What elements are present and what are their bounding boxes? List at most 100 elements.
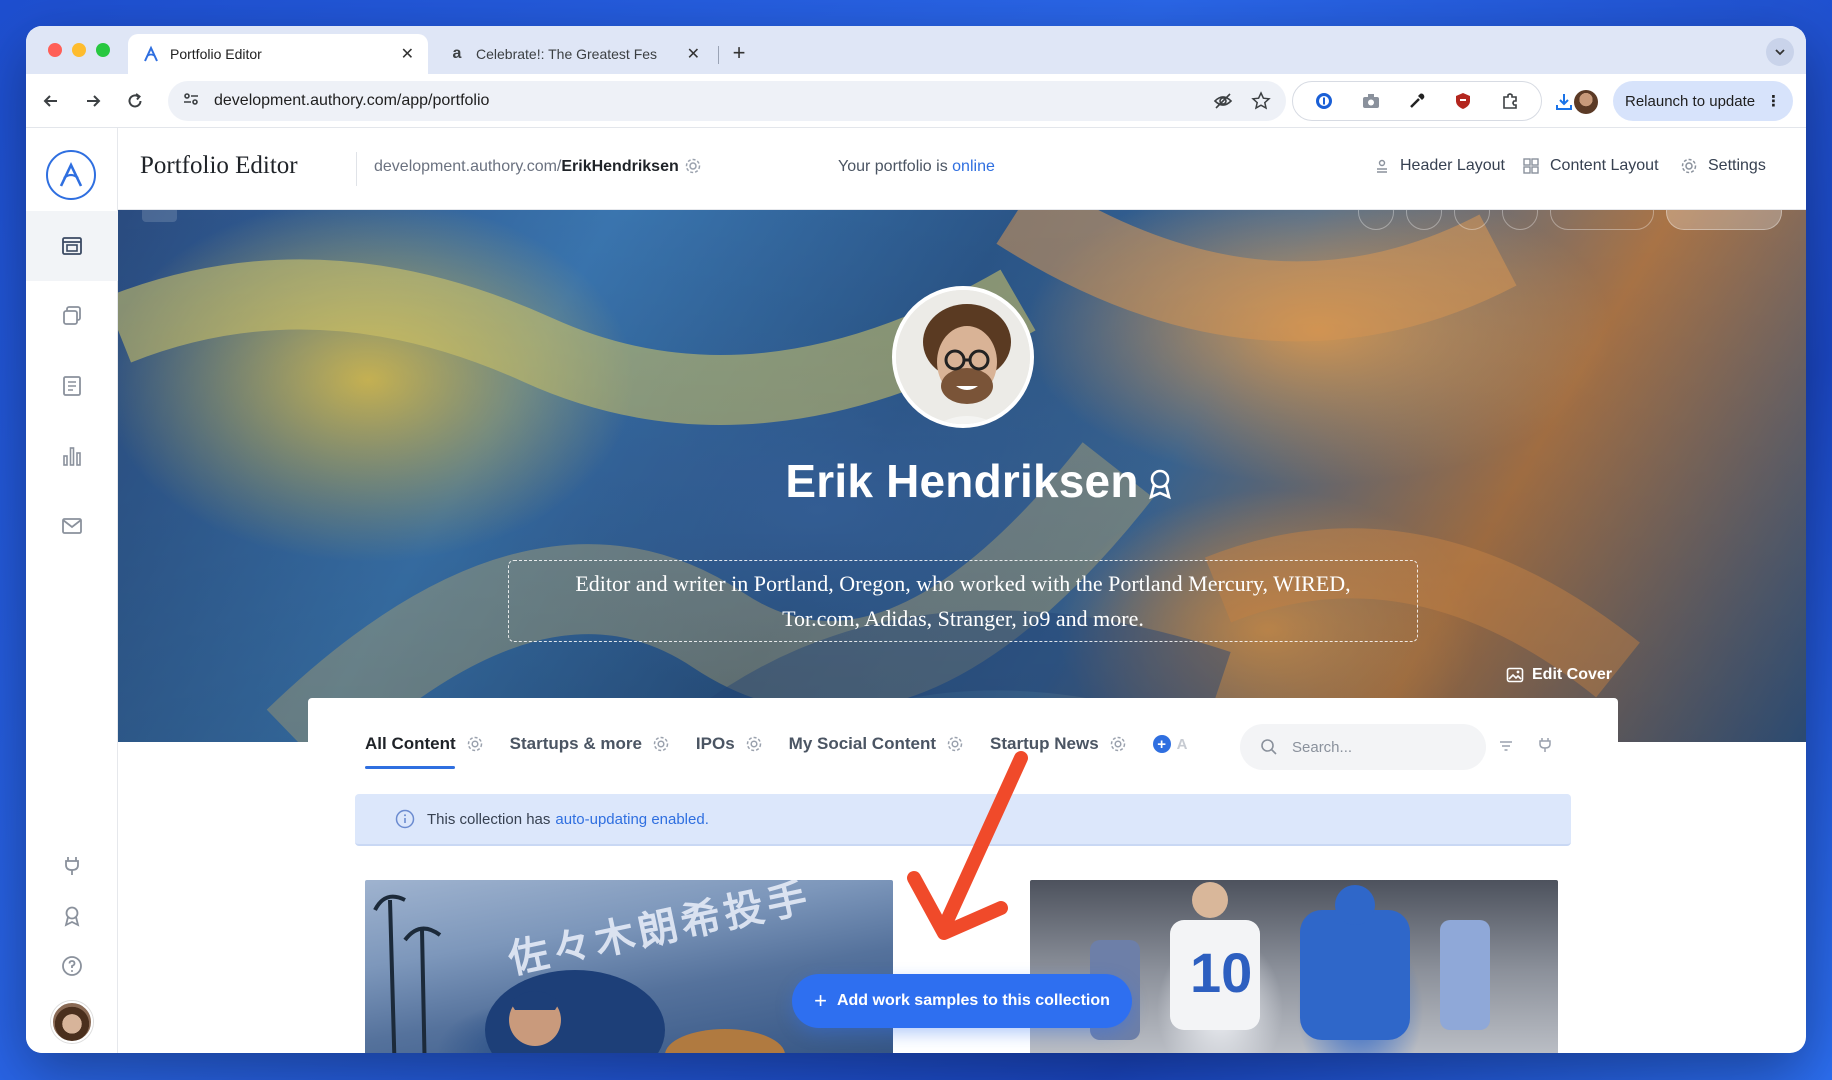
browser-window: Portfolio Editor ✕ a Celebrate!: The Gre…	[26, 26, 1806, 1053]
portfolio-status: Your portfolio is online	[838, 158, 995, 176]
puzzle-extensions-icon[interactable]	[1499, 90, 1521, 112]
authory-app: Portfolio Editor development.authory.com…	[26, 128, 1806, 1053]
content-layout-button[interactable]: Content Layout	[1522, 157, 1659, 175]
ghost-nav-item	[142, 210, 178, 222]
plug-icon[interactable]	[1536, 736, 1554, 759]
tab-startups-more[interactable]: Startups & more	[510, 734, 670, 754]
app-sidebar	[26, 128, 118, 1053]
maximize-window-button[interactable]	[96, 43, 110, 57]
url-settings-gear-icon[interactable]	[684, 157, 702, 180]
camera-icon[interactable]	[1360, 90, 1382, 112]
tab-search-chevron-icon[interactable]	[1766, 38, 1794, 66]
bio-line: Tor.com, Adidas, Stranger, io9 and more.	[782, 606, 1144, 631]
browser-tab-portfolio-editor[interactable]: Portfolio Editor ✕	[128, 34, 428, 74]
more-menu-icon[interactable]: ⋮	[1766, 92, 1781, 110]
browser-profile-avatar[interactable]	[1574, 90, 1598, 114]
copy-icon	[63, 306, 81, 325]
search-input[interactable]: Search...	[1240, 724, 1486, 770]
extensions-group	[1292, 81, 1542, 121]
tab-ipos[interactable]: IPOs	[696, 734, 763, 754]
portfolio-url-prefix: development.authory.com/	[374, 158, 562, 175]
status-online-link[interactable]: online	[952, 158, 995, 175]
add-work-samples-button[interactable]: + Add work samples to this collection	[792, 974, 1132, 1028]
sidebar-item-badges[interactable]	[26, 891, 118, 941]
bookmark-star-icon[interactable]	[1250, 90, 1272, 112]
eyedropper-icon[interactable]	[1406, 90, 1428, 112]
forward-button[interactable]	[76, 84, 110, 118]
new-tab-button[interactable]: +	[726, 40, 752, 66]
sidebar-item-articles[interactable]	[26, 351, 118, 421]
relaunch-label: Relaunch to update	[1625, 92, 1756, 110]
add-collection-tab[interactable]: + A	[1152, 735, 1188, 753]
portfolio-url[interactable]: development.authory.com/ErikHendriksen	[374, 158, 679, 176]
sidebar-item-portfolio[interactable]	[26, 211, 118, 281]
filter-icon[interactable]	[1498, 738, 1514, 759]
browser-tab-celebrate[interactable]: a Celebrate!: The Greatest Fes ✕	[434, 34, 714, 74]
profile-avatar[interactable]	[892, 286, 1034, 428]
active-tab-indicator	[365, 766, 455, 769]
tab-divider	[718, 46, 719, 64]
reload-button[interactable]	[118, 84, 152, 118]
cover-nav-faded	[142, 210, 209, 222]
edit-cover-button[interactable]: Edit Cover	[1506, 666, 1612, 684]
sidebar-item-collections[interactable]	[26, 281, 118, 351]
auto-updating-link[interactable]: auto-updating enabled.	[555, 811, 708, 828]
authory-logo-icon[interactable]	[46, 150, 96, 200]
bio-editable[interactable]: Editor and writer in Portland, Oregon, w…	[508, 560, 1418, 642]
status-prefix: Your portfolio is	[838, 158, 948, 175]
tab-strip: Portfolio Editor ✕ a Celebrate!: The Gre…	[26, 26, 1806, 74]
header-layout-icon	[1374, 158, 1390, 174]
award-icon	[64, 906, 80, 927]
content-layout-label: Content Layout	[1550, 157, 1659, 174]
settings-label: Settings	[1708, 157, 1766, 174]
address-bar[interactable]: development.authory.com/app/portfolio	[168, 81, 1286, 121]
back-button[interactable]	[34, 84, 68, 118]
bio-line: Editor and writer in Portland, Oregon, w…	[575, 571, 1351, 596]
download-icon[interactable]	[1554, 92, 1574, 117]
settings-button[interactable]: Settings	[1680, 157, 1766, 175]
tab-title: Portfolio Editor	[170, 46, 262, 62]
relaunch-to-update-button[interactable]: Relaunch to update ⋮	[1613, 81, 1793, 121]
sidebar-item-help[interactable]	[26, 941, 118, 991]
close-window-button[interactable]	[48, 43, 62, 57]
page-title: Portfolio Editor	[140, 152, 298, 179]
ghost-nav-item	[205, 210, 209, 222]
ghost-icon-button	[1502, 210, 1538, 230]
jersey-number-text: 10	[1190, 941, 1253, 1004]
user-avatar[interactable]	[51, 1001, 93, 1043]
edit-cover-label: Edit Cover	[1532, 666, 1613, 683]
password-manager-icon[interactable]	[1313, 90, 1335, 112]
tab-gear-icon[interactable]	[466, 735, 484, 753]
close-tab-icon[interactable]: ✕	[401, 44, 414, 64]
banner-text: This collection has	[427, 810, 551, 828]
eye-slash-icon[interactable]	[1212, 90, 1234, 112]
tab-gear-icon[interactable]	[1109, 735, 1127, 753]
header-divider	[356, 152, 357, 186]
tab-label: IPOs	[695, 734, 735, 753]
site-settings-icon[interactable]	[182, 90, 202, 113]
search-icon	[1260, 738, 1278, 756]
tab-title: Celebrate!: The Greatest Fes	[476, 46, 658, 62]
sidebar-item-newsletter[interactable]	[26, 491, 118, 561]
mail-icon	[62, 518, 82, 534]
add-collection-label-faded: A	[1176, 735, 1188, 753]
sidebar-item-analytics[interactable]	[26, 421, 118, 491]
plus-circle-icon: +	[1152, 735, 1171, 753]
minimize-window-button[interactable]	[72, 43, 86, 57]
tab-gear-icon[interactable]	[652, 735, 670, 753]
editor-header: Portfolio Editor development.authory.com…	[118, 128, 1806, 210]
sidebar-item-integrations[interactable]	[26, 841, 118, 891]
portfolio-url-user: ErikHendriksen	[561, 158, 679, 175]
shield-extension-icon[interactable]	[1452, 90, 1474, 112]
plus-icon: +	[814, 988, 827, 1013]
grid-layout-icon	[1522, 157, 1540, 175]
profile-name[interactable]: Erik Hendriksen	[118, 454, 1806, 508]
tab-all-content[interactable]: All Content	[365, 734, 484, 754]
collection-tabs: All Content Startups & more IPOs My Soci…	[365, 734, 1214, 754]
ghost-icon-button	[1358, 210, 1394, 230]
award-badge-icon[interactable]	[1146, 468, 1174, 505]
header-layout-button[interactable]: Header Layout	[1374, 157, 1505, 175]
tab-gear-icon[interactable]	[745, 735, 763, 753]
close-tab-icon[interactable]: ✕	[687, 44, 700, 64]
document-icon	[63, 376, 81, 396]
